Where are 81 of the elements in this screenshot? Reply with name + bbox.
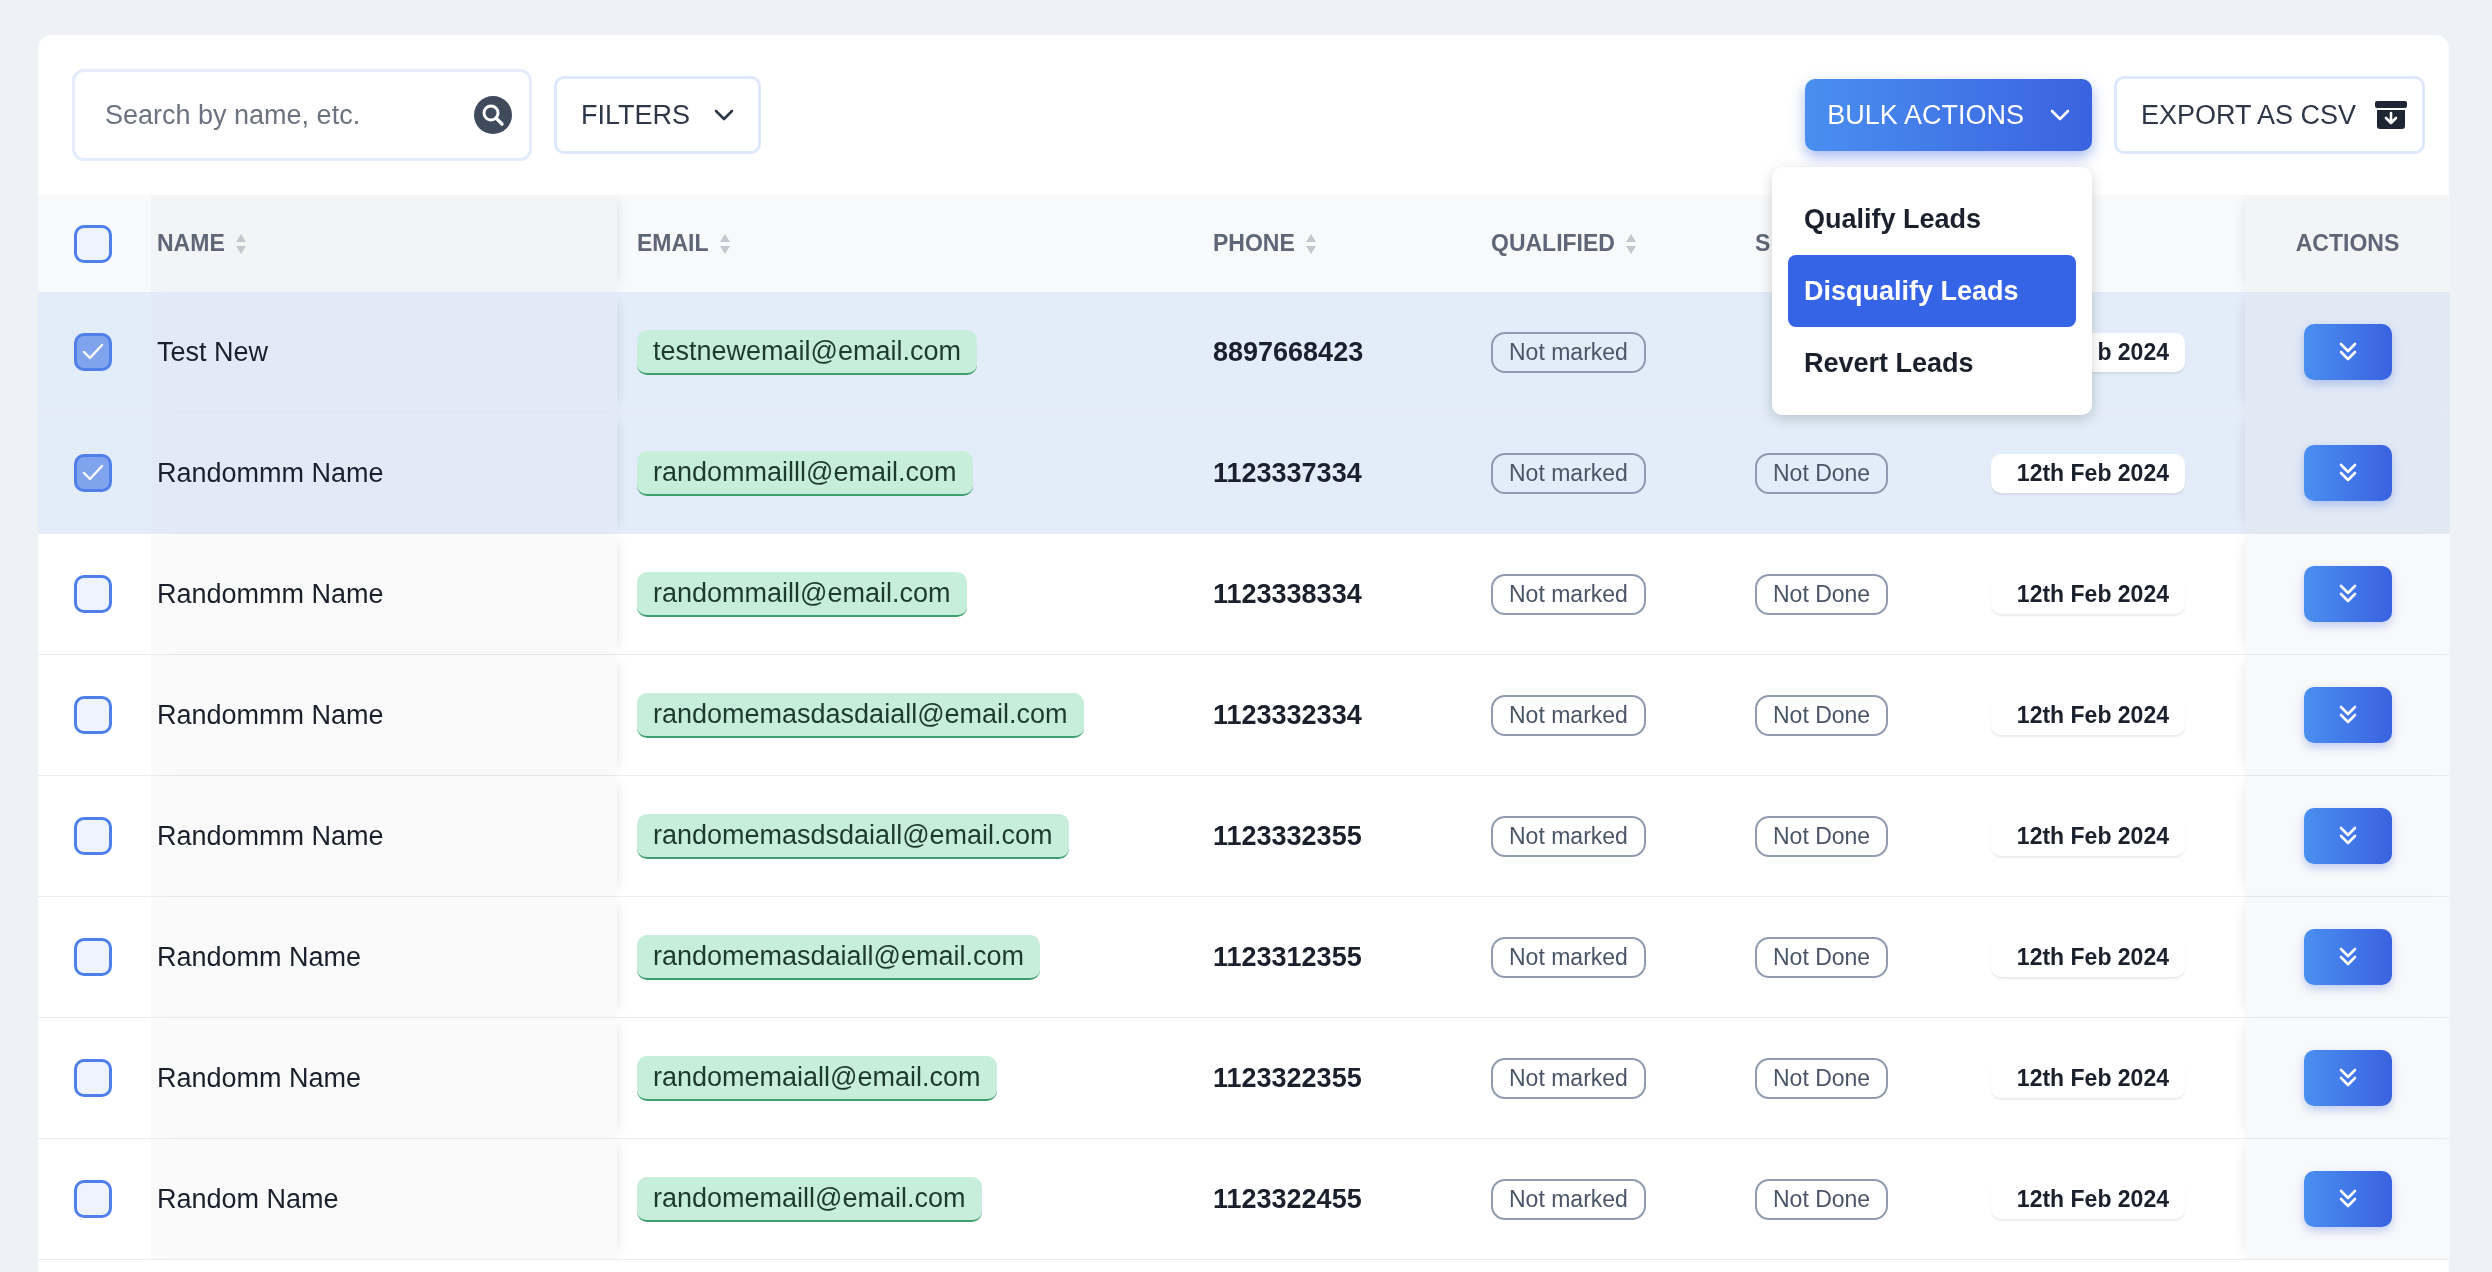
row-actions-button[interactable]: [2303, 445, 2392, 501]
row-actions-button[interactable]: [2303, 808, 2392, 864]
qualified-badge: Not marked: [1491, 936, 1646, 978]
chevron-down-icon: [714, 109, 734, 121]
select-all-checkbox[interactable]: [74, 224, 112, 263]
lead-name: Randomm Name: [157, 1062, 362, 1094]
row-checkbox[interactable]: [74, 696, 112, 734]
row-actions-button[interactable]: [2303, 566, 2392, 622]
row-actions-button[interactable]: [2303, 687, 2392, 743]
email-tag: randomemasdaiall@email.com: [637, 934, 1041, 980]
archive-download-icon: [2374, 100, 2408, 130]
search-icon[interactable]: [474, 96, 512, 134]
chevron-down-icon: [2049, 109, 2070, 121]
date-tag: 12th Feb 2024: [1991, 937, 2185, 977]
lead-name: Randommm Name: [157, 820, 384, 852]
phone-number: 8897668423: [1213, 336, 1364, 368]
status-badge: Not Done: [1755, 1178, 1889, 1220]
bulk-actions-button[interactable]: BULK ACTIONS: [1805, 79, 2092, 151]
row-checkbox[interactable]: [74, 938, 112, 976]
column-header: S: [1755, 230, 1771, 257]
date-tag: 12th Feb 2024: [1991, 695, 2185, 735]
menu-item[interactable]: Disqualify Leads: [1787, 255, 2076, 327]
row-actions-button[interactable]: [2303, 929, 2392, 985]
status-badge: Not Done: [1755, 573, 1889, 615]
status-badge: Not Done: [1755, 936, 1889, 978]
row-checkbox[interactable]: [74, 1059, 112, 1097]
column-header[interactable]: PHONE: [1213, 230, 1317, 257]
phone-number: 1123312355: [1213, 941, 1362, 973]
phone-number: 1123332334: [1213, 699, 1362, 731]
checkmark-icon: [82, 464, 104, 482]
qualified-badge: Not marked: [1491, 573, 1646, 615]
email-tag: randommailll@email.com: [637, 450, 973, 496]
export-csv-button[interactable]: EXPORT AS CSV: [2113, 76, 2425, 154]
email-tag: randomemasdsdaiall@email.com: [637, 813, 1069, 859]
qualified-badge: Not marked: [1491, 452, 1646, 494]
phone-number: 1123337334: [1213, 457, 1362, 489]
status-badge: Not Done: [1755, 815, 1889, 857]
row-actions-button[interactable]: [2303, 1050, 2392, 1106]
status-badge: Not Done: [1755, 452, 1889, 494]
row-checkbox[interactable]: [74, 454, 112, 492]
row-checkbox[interactable]: [74, 575, 112, 613]
phone-number: 1123332355: [1213, 820, 1362, 852]
phone-number: 1123322355: [1213, 1062, 1362, 1094]
column-header: ACTIONS: [2295, 230, 2400, 257]
lead-name: Randommm Name: [157, 457, 384, 489]
phone-number: 1123322455: [1213, 1183, 1362, 1215]
column-header[interactable]: QUALIFIED: [1491, 230, 1637, 257]
search-field[interactable]: Search by name, etc.: [72, 69, 532, 161]
date-tag: 12th Feb 2024: [1991, 574, 2185, 614]
column-header[interactable]: EMAIL: [637, 230, 731, 257]
row-actions-button[interactable]: [2303, 1171, 2392, 1227]
lead-name: Randommm Name: [157, 699, 384, 731]
lead-name: Randommm Name: [157, 578, 384, 610]
menu-item[interactable]: Qualify Leads: [1787, 183, 2076, 255]
date-tag: 12th Feb 2024: [1991, 1058, 2185, 1098]
email-tag: randommaill@email.com: [637, 571, 967, 617]
email-tag: randomemaiall@email.com: [637, 1055, 997, 1101]
qualified-badge: Not marked: [1491, 1057, 1646, 1099]
email-tag: randomemasdasdaiall@email.com: [637, 692, 1084, 738]
qualified-badge: Not marked: [1491, 1178, 1646, 1220]
row-actions-button[interactable]: [2303, 324, 2392, 380]
row-checkbox[interactable]: [74, 817, 112, 855]
qualified-badge: Not marked: [1491, 815, 1646, 857]
date-tag: 12th Feb 2024: [1991, 1179, 2185, 1219]
date-tag: 12th Feb 2024: [1991, 816, 2185, 856]
phone-number: 1123338334: [1213, 578, 1362, 610]
filters-button[interactable]: FILTERS: [554, 76, 761, 154]
row-checkbox[interactable]: [74, 1180, 112, 1218]
date-tag: 12th Feb 2024: [1991, 453, 2185, 493]
qualified-badge: Not marked: [1491, 331, 1646, 373]
lead-name: Random Name: [157, 1183, 339, 1215]
qualified-badge: Not marked: [1491, 694, 1646, 736]
lead-name: Test New: [157, 336, 269, 368]
lead-name: Randomm Name: [157, 941, 362, 973]
email-tag: randomemaill@email.com: [637, 1176, 982, 1222]
status-badge: Not Done: [1755, 694, 1889, 736]
column-header[interactable]: NAME: [157, 230, 247, 257]
row-checkbox[interactable]: [74, 333, 112, 371]
status-badge: Not Done: [1755, 1057, 1889, 1099]
email-tag: testnewemail@email.com: [637, 329, 977, 375]
checkmark-icon: [82, 343, 104, 361]
